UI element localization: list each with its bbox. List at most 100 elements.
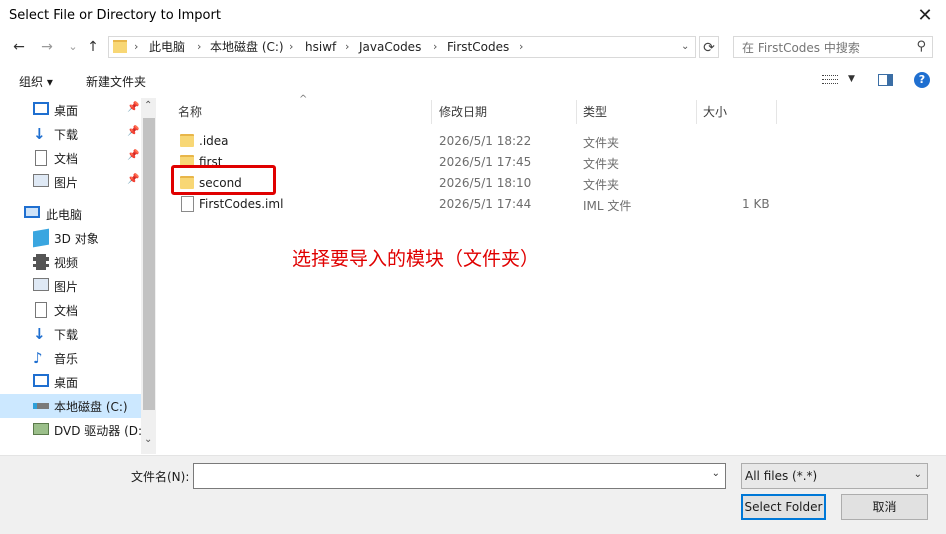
up-icon[interactable]: ↑ — [84, 36, 102, 58]
annotation-text: 选择要导入的模块（文件夹） — [292, 248, 540, 270]
sidebar-item-label: 下载 — [54, 328, 79, 342]
filename-combobox[interactable]: ⌄ — [193, 463, 726, 489]
column-header-name[interactable]: 名称 — [178, 100, 202, 124]
column-header-date[interactable]: 修改日期 — [439, 100, 487, 124]
sidebar-item-label: 桌面 — [54, 376, 79, 390]
filename-label: 文件名(N): — [131, 470, 190, 484]
breadcrumb-separator-icon: › — [134, 40, 139, 53]
sidebar-item-this-pc[interactable]: 此电脑 — [0, 203, 141, 225]
sidebar-item-label: 图片 — [54, 280, 79, 294]
breadcrumb-javacodes[interactable]: JavaCodes — [359, 37, 421, 57]
select-folder-button[interactable]: Select Folder — [741, 494, 826, 520]
pictures-icon — [33, 278, 49, 291]
close-icon[interactable]: ✕ — [912, 3, 938, 29]
sidebar-scroll-thumb[interactable] — [143, 118, 155, 410]
file-date: 2026/5/1 18:10 — [439, 176, 532, 190]
sidebar-item-label: 此电脑 — [46, 208, 83, 222]
file-name: FirstCodes.iml — [199, 197, 284, 211]
file-name: .idea — [199, 134, 229, 148]
pin-icon: 📌 — [127, 150, 140, 161]
file-date: 2026/5/1 17:44 — [439, 197, 532, 211]
sidebar-item-label: 文档 — [54, 304, 79, 318]
new-folder-button[interactable]: 新建文件夹 — [86, 73, 146, 90]
sidebar-item-label: 文档 — [54, 152, 79, 166]
download-icon: ↓ — [33, 325, 46, 343]
file-type: 文件夹 — [583, 157, 620, 171]
column-divider[interactable] — [576, 100, 577, 124]
download-icon: ↓ — [33, 125, 46, 143]
sidebar-item-downloads[interactable]: ↓ 下载 — [0, 323, 141, 345]
file-row-idea[interactable]: .idea 2026/5/1 18:22 文件夹 — [160, 131, 940, 152]
chevron-down-icon[interactable]: ⌄ — [914, 469, 922, 480]
file-type-filter[interactable]: All files (*.*) ⌄ — [741, 463, 928, 489]
sidebar-item-dvd-drive[interactable]: DVD 驱动器 (D: — [0, 419, 143, 441]
sidebar-item-label: 音乐 — [54, 352, 79, 366]
column-header-size[interactable]: 大小 — [703, 100, 727, 124]
sidebar-item-pictures[interactable]: 图片 — [0, 275, 141, 297]
sidebar-item-downloads-quick[interactable]: ↓ 下载 📌 — [0, 123, 141, 145]
computer-icon — [24, 206, 40, 218]
document-icon — [35, 150, 47, 166]
dvd-icon — [33, 423, 49, 435]
history-chevron-icon[interactable]: ⌄ — [64, 36, 82, 58]
search-input[interactable] — [740, 39, 914, 57]
column-divider[interactable] — [431, 100, 432, 124]
file-date: 2026/5/1 18:22 — [439, 134, 532, 148]
chevron-down-icon[interactable]: ⌄ — [712, 468, 720, 479]
search-box[interactable]: ⚲ — [733, 36, 933, 58]
sidebar-item-label: 桌面 — [54, 104, 79, 118]
cube-icon — [33, 228, 49, 248]
file-type: 文件夹 — [583, 136, 620, 150]
scroll-down-icon[interactable]: ⌄ — [144, 434, 152, 445]
pin-icon: 📌 — [127, 102, 140, 113]
forward-icon[interactable]: → — [38, 36, 56, 58]
sidebar-item-documents[interactable]: 文档 — [0, 299, 141, 321]
organize-menu-button[interactable]: 组织 ▾ — [19, 73, 53, 90]
scroll-up-icon[interactable]: ⌃ — [144, 100, 152, 111]
address-dropdown-icon[interactable]: ⌄ — [681, 37, 689, 57]
sidebar-item-local-disk-c[interactable]: 本地磁盘 (C:) — [0, 394, 141, 418]
pictures-icon — [33, 174, 49, 187]
back-icon[interactable]: ← — [10, 36, 28, 58]
column-divider[interactable] — [776, 100, 777, 124]
address-bar[interactable]: › 此电脑 › 本地磁盘 (C:) › hsiwf › JavaCodes › … — [108, 36, 696, 58]
sidebar-item-pictures-quick[interactable]: 图片 📌 — [0, 171, 141, 193]
breadcrumb-firstcodes[interactable]: FirstCodes — [447, 37, 509, 57]
column-divider[interactable] — [696, 100, 697, 124]
view-dropdown-icon[interactable]: ▼ — [848, 74, 855, 84]
column-header-type[interactable]: 类型 — [583, 100, 607, 124]
breadcrumb-local-disk[interactable]: 本地磁盘 (C:) — [210, 37, 284, 57]
file-type: 文件夹 — [583, 178, 620, 192]
document-icon — [35, 302, 47, 318]
cancel-button[interactable]: 取消 — [841, 494, 928, 520]
file-row-second[interactable]: second 2026/5/1 18:10 文件夹 — [160, 173, 940, 194]
breadcrumb-separator-icon: › — [289, 40, 294, 53]
file-row-firstcodes-iml[interactable]: FirstCodes.iml 2026/5/1 17:44 IML 文件 1 K… — [160, 194, 940, 215]
sidebar-item-desktop[interactable]: 桌面 — [0, 371, 141, 393]
sidebar-item-label: 下载 — [54, 128, 79, 142]
breadcrumb-separator-icon: › — [433, 40, 438, 53]
breadcrumb-hsiwf[interactable]: hsiwf — [305, 37, 336, 57]
video-icon — [33, 254, 49, 270]
search-icon[interactable]: ⚲ — [916, 39, 926, 54]
preview-pane-icon[interactable] — [878, 74, 893, 86]
file-size: 1 KB — [742, 197, 770, 211]
sidebar-item-videos[interactable]: 视频 — [0, 251, 141, 273]
folder-icon — [113, 40, 127, 53]
help-icon[interactable]: ? — [914, 72, 930, 88]
refresh-icon[interactable]: ⟳ — [699, 36, 719, 58]
breadcrumb-separator-icon: › — [197, 40, 202, 53]
sort-ascending-icon: ^ — [299, 94, 308, 105]
command-toolbar: 组织 ▾ 新建文件夹 ▼ ? — [0, 66, 946, 96]
pin-icon: 📌 — [127, 174, 140, 185]
sidebar-item-label: DVD 驱动器 (D: — [54, 424, 143, 438]
filename-input[interactable] — [198, 467, 702, 487]
sidebar-item-music[interactable]: ♪ 音乐 — [0, 347, 141, 369]
sidebar-item-desktop-quick[interactable]: 桌面 📌 — [0, 99, 141, 121]
sidebar-item-3d-objects[interactable]: 3D 对象 — [0, 227, 141, 249]
breadcrumb-separator-icon: › — [519, 40, 524, 53]
view-options-icon[interactable] — [822, 73, 838, 87]
breadcrumb-this-pc[interactable]: 此电脑 — [149, 37, 185, 57]
sidebar-item-documents-quick[interactable]: 文档 📌 — [0, 147, 141, 169]
file-row-first[interactable]: first 2026/5/1 17:45 文件夹 — [160, 152, 940, 173]
